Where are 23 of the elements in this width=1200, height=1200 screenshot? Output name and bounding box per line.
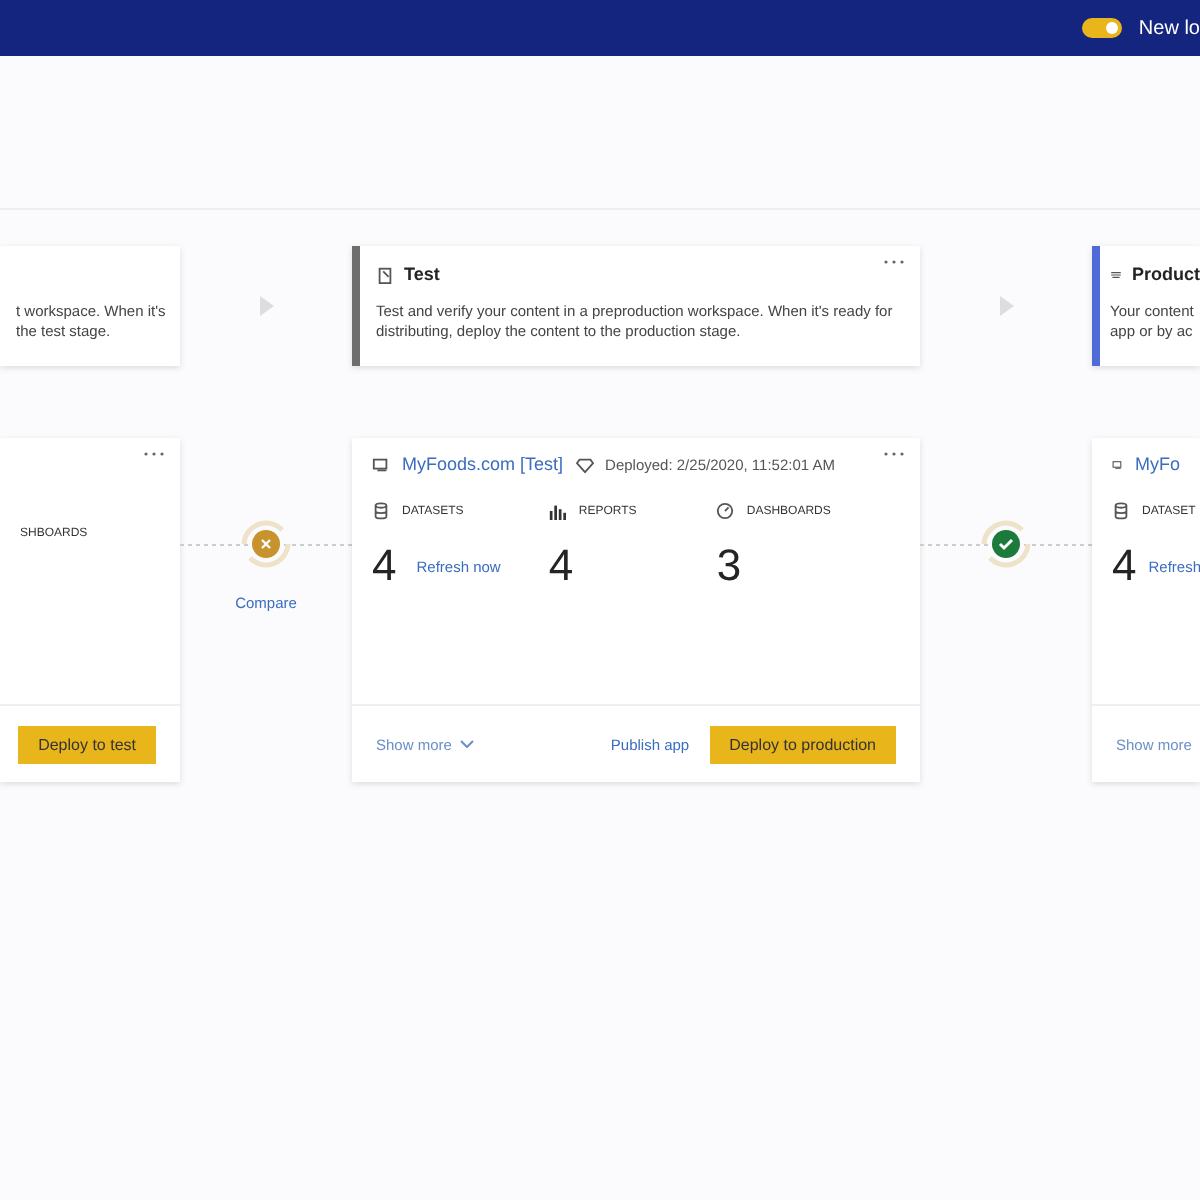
deploy-button[interactable]: Deploy to test <box>18 725 156 763</box>
toggle-switch[interactable] <box>1082 18 1123 38</box>
stage-title: Test <box>404 264 440 284</box>
toggle-label: New lo <box>1138 17 1200 39</box>
monitor-icon <box>1112 455 1123 473</box>
stage-title: Product <box>1131 264 1200 284</box>
monitor-icon <box>372 455 390 473</box>
workspace-name-link[interactable]: MyFo <box>1135 454 1180 474</box>
clipboard-icon <box>376 265 394 283</box>
gauge-icon <box>716 502 735 520</box>
diamond-icon <box>575 455 594 473</box>
arrow-icon <box>259 296 273 316</box>
database-icon <box>372 502 390 520</box>
stat-value: 3 <box>716 540 742 592</box>
bar-chart-icon <box>548 502 567 520</box>
chevron-down-icon <box>459 740 474 748</box>
database-icon <box>1112 502 1130 520</box>
workspace-name-link[interactable]: MyFoods.com [Test] <box>402 454 564 474</box>
stat-value: 4 <box>548 540 574 592</box>
stat-value: 4 <box>372 540 397 592</box>
stat-value: 4 <box>1112 540 1137 592</box>
arrow-icon <box>999 296 1013 316</box>
deploy-button[interactable]: Deploy to production <box>709 725 896 763</box>
